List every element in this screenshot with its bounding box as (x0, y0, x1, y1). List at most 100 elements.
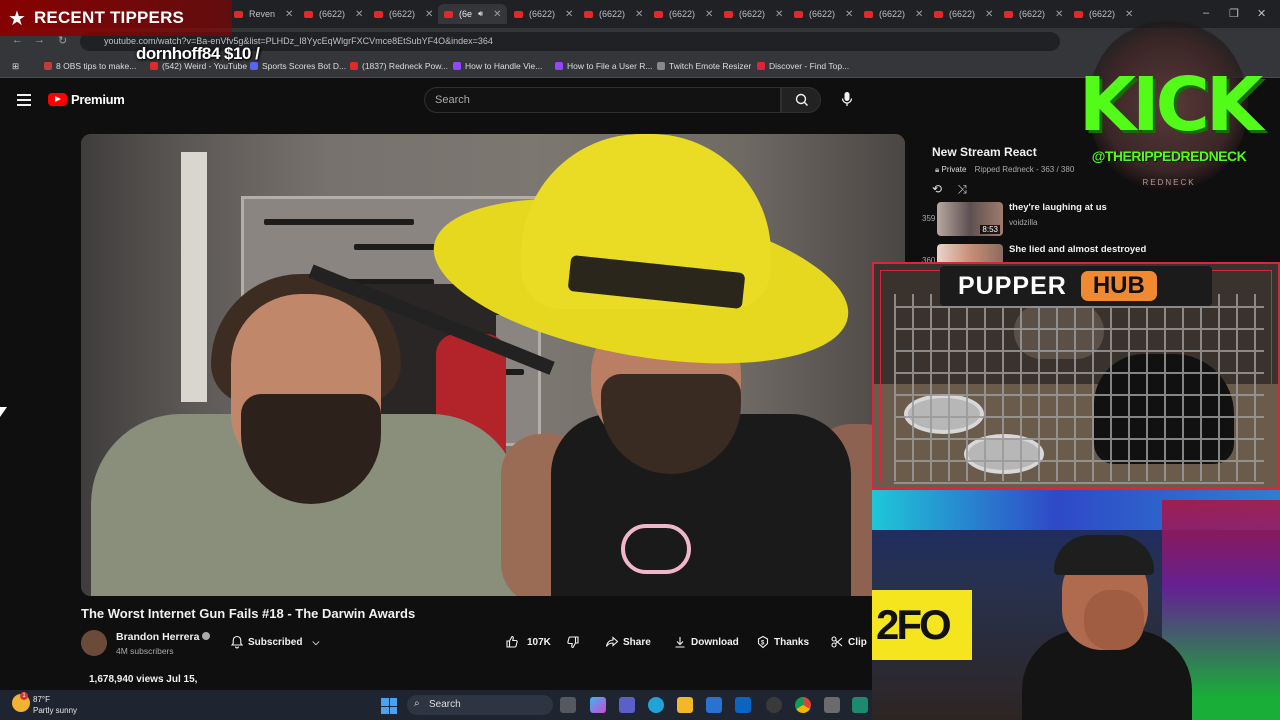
verified-icon (202, 632, 211, 640)
search-button[interactable] (781, 87, 821, 113)
search-input[interactable]: Search (424, 87, 781, 113)
loop-icon[interactable]: ⟲ (932, 182, 942, 196)
browser-tab[interactable]: Reven ✕ (228, 4, 299, 24)
subscribed-label: Subscribed (248, 636, 303, 648)
recent-tippers-banner: ★ RECENT TIPPERS (0, 0, 232, 36)
browser-tab-label: (6622) (669, 9, 696, 19)
stream-deck-icon[interactable] (852, 697, 868, 713)
browser-tab[interactable]: (6622) ✕ (298, 4, 369, 24)
dislike-button[interactable] (566, 633, 580, 651)
browser-tab[interactable]: (6e 🔊︎ ✕ (438, 4, 508, 24)
teams-icon[interactable] (619, 697, 635, 713)
playlist-item[interactable]: 360 She lied and almost destroyed (922, 244, 1272, 262)
microsoft-store-icon[interactable] (706, 697, 722, 713)
bookmark-item[interactable]: How to File a User R... (555, 61, 653, 71)
browser-tab[interactable]: (6622) ✕ (368, 4, 439, 24)
youtube-favicon-icon (514, 10, 523, 18)
close-tab-icon[interactable]: ✕ (565, 9, 573, 20)
bookmark-favicon-icon (453, 62, 461, 70)
taskbar-search-label: Search (429, 699, 461, 710)
like-count: 107K (527, 636, 551, 648)
close-tab-icon[interactable]: ✕ (285, 9, 293, 20)
obs-icon[interactable] (766, 697, 782, 713)
menu-icon[interactable] (17, 94, 31, 109)
bookmark-item[interactable]: 8 OBS tips to make... (44, 61, 136, 71)
playlist-item[interactable]: 359 8:53 they're laughing at us voidzill… (922, 202, 1272, 242)
close-tab-icon[interactable]: ✕ (845, 9, 853, 20)
close-tab-icon[interactable]: ✕ (425, 9, 433, 20)
kick-logo-text: KICK (1078, 62, 1264, 148)
weather-condition: Partly sunny (33, 706, 78, 715)
youtube-favicon-icon (1004, 10, 1013, 18)
browser-tab[interactable]: (6622) ✕ (648, 4, 719, 24)
playlist-item-index: 359 (922, 214, 936, 223)
speaker-icon[interactable]: 🔊︎ (478, 9, 483, 19)
bookmark-item[interactable]: Discover - Find Top... (757, 61, 849, 71)
app-icon[interactable] (824, 697, 840, 713)
browser-tab[interactable]: (6622) ✕ (508, 4, 579, 24)
browser-tab-label: (6622) (739, 9, 766, 19)
chrome-icon[interactable] (795, 697, 811, 713)
bookmark-item[interactable]: Sports Scores Bot D... (250, 61, 346, 71)
copilot-icon[interactable] (590, 697, 606, 713)
outlook-icon[interactable] (735, 697, 751, 713)
youtube-brand: Premium (71, 92, 125, 107)
apps-icon[interactable]: ⊞ (12, 61, 19, 72)
playlist-item-title: She lied and almost destroyed (1009, 244, 1147, 255)
taskbar-search[interactable]: Search (407, 695, 553, 715)
close-tab-icon[interactable]: ✕ (985, 9, 993, 20)
youtube-favicon-icon (1074, 10, 1083, 18)
share-button[interactable]: Share (605, 633, 651, 651)
close-tab-icon[interactable]: ✕ (635, 9, 643, 20)
subscriber-count: 4M subscribers (116, 646, 174, 656)
browser-tab[interactable]: (6622) ✕ (928, 4, 999, 24)
recent-tippers-label: RECENT TIPPERS (33, 8, 185, 27)
kick-overlay: KICK @THERIPPEDREDNECK REDNECK (1058, 18, 1280, 208)
playlist-meta: 🔒︎ Private Ripped Redneck - 363 / 380 (935, 165, 1074, 175)
bookmark-label: (1837) Redneck Pow... (362, 61, 448, 71)
bookmark-label: Twitch Emote Resizer (669, 61, 752, 71)
bookmark-item[interactable]: (1837) Redneck Pow... (350, 61, 448, 71)
close-tab-icon[interactable]: ✕ (915, 9, 923, 20)
edge-icon[interactable] (648, 697, 664, 713)
thanks-icon: $ (757, 635, 769, 649)
close-tab-icon[interactable]: ✕ (705, 9, 713, 20)
shuffle-icon[interactable]: ⤨ (957, 182, 967, 196)
thanks-button[interactable]: $ Thanks (756, 633, 809, 651)
youtube-logo[interactable]: Premium (48, 92, 125, 107)
mouse-cursor-icon (0, 407, 7, 417)
playlist-item-duration: 8:53 (980, 225, 1000, 234)
file-explorer-icon[interactable] (677, 697, 693, 713)
like-button[interactable]: 107K (505, 633, 551, 651)
browser-tab[interactable]: (6622) ✕ (718, 4, 789, 24)
microphone-icon[interactable] (841, 91, 853, 107)
playlist-title[interactable]: New Stream React (932, 145, 1037, 159)
browser-tab[interactable]: (6622) ✕ (578, 4, 649, 24)
browser-tab[interactable]: (6622) ✕ (858, 4, 929, 24)
browser-tab[interactable]: (6622) ✕ (788, 4, 859, 24)
video-person-left (81, 274, 521, 596)
bookmark-item[interactable]: Twitch Emote Resizer (657, 61, 751, 71)
youtube-favicon-icon (444, 10, 453, 18)
weather-widget[interactable]: 87°F Partly sunny (33, 694, 77, 716)
video-title: The Worst Internet Gun Fails #18 - The D… (81, 606, 416, 621)
notification-badge: 1 (20, 692, 28, 700)
channel-name[interactable]: Brandon Herrera (116, 631, 211, 643)
task-view-icon[interactable] (560, 697, 576, 713)
bookmark-item[interactable]: How to Handle Vie... (453, 61, 542, 71)
youtube-favicon-icon (934, 10, 943, 18)
clip-button[interactable]: Clip (830, 633, 867, 651)
browser-tab-label: (6622) (879, 9, 906, 19)
pupper-hub-logo: PUPPER HUB (940, 266, 1212, 306)
close-tab-icon[interactable]: ✕ (355, 9, 363, 20)
bookmark-label: Sports Scores Bot D... (262, 61, 347, 71)
video-player[interactable] (81, 134, 905, 596)
windows-start-icon[interactable] (381, 698, 397, 714)
browser-tab-label: (6e (459, 9, 473, 19)
subscribed-button[interactable]: Subscribed ⌵ (230, 633, 319, 651)
webcam-sign: 2FO (872, 590, 972, 660)
close-tab-icon[interactable]: ✕ (493, 9, 501, 20)
download-button[interactable]: Download (673, 633, 739, 651)
close-tab-icon[interactable]: ✕ (775, 9, 783, 20)
channel-avatar[interactable] (81, 630, 107, 656)
